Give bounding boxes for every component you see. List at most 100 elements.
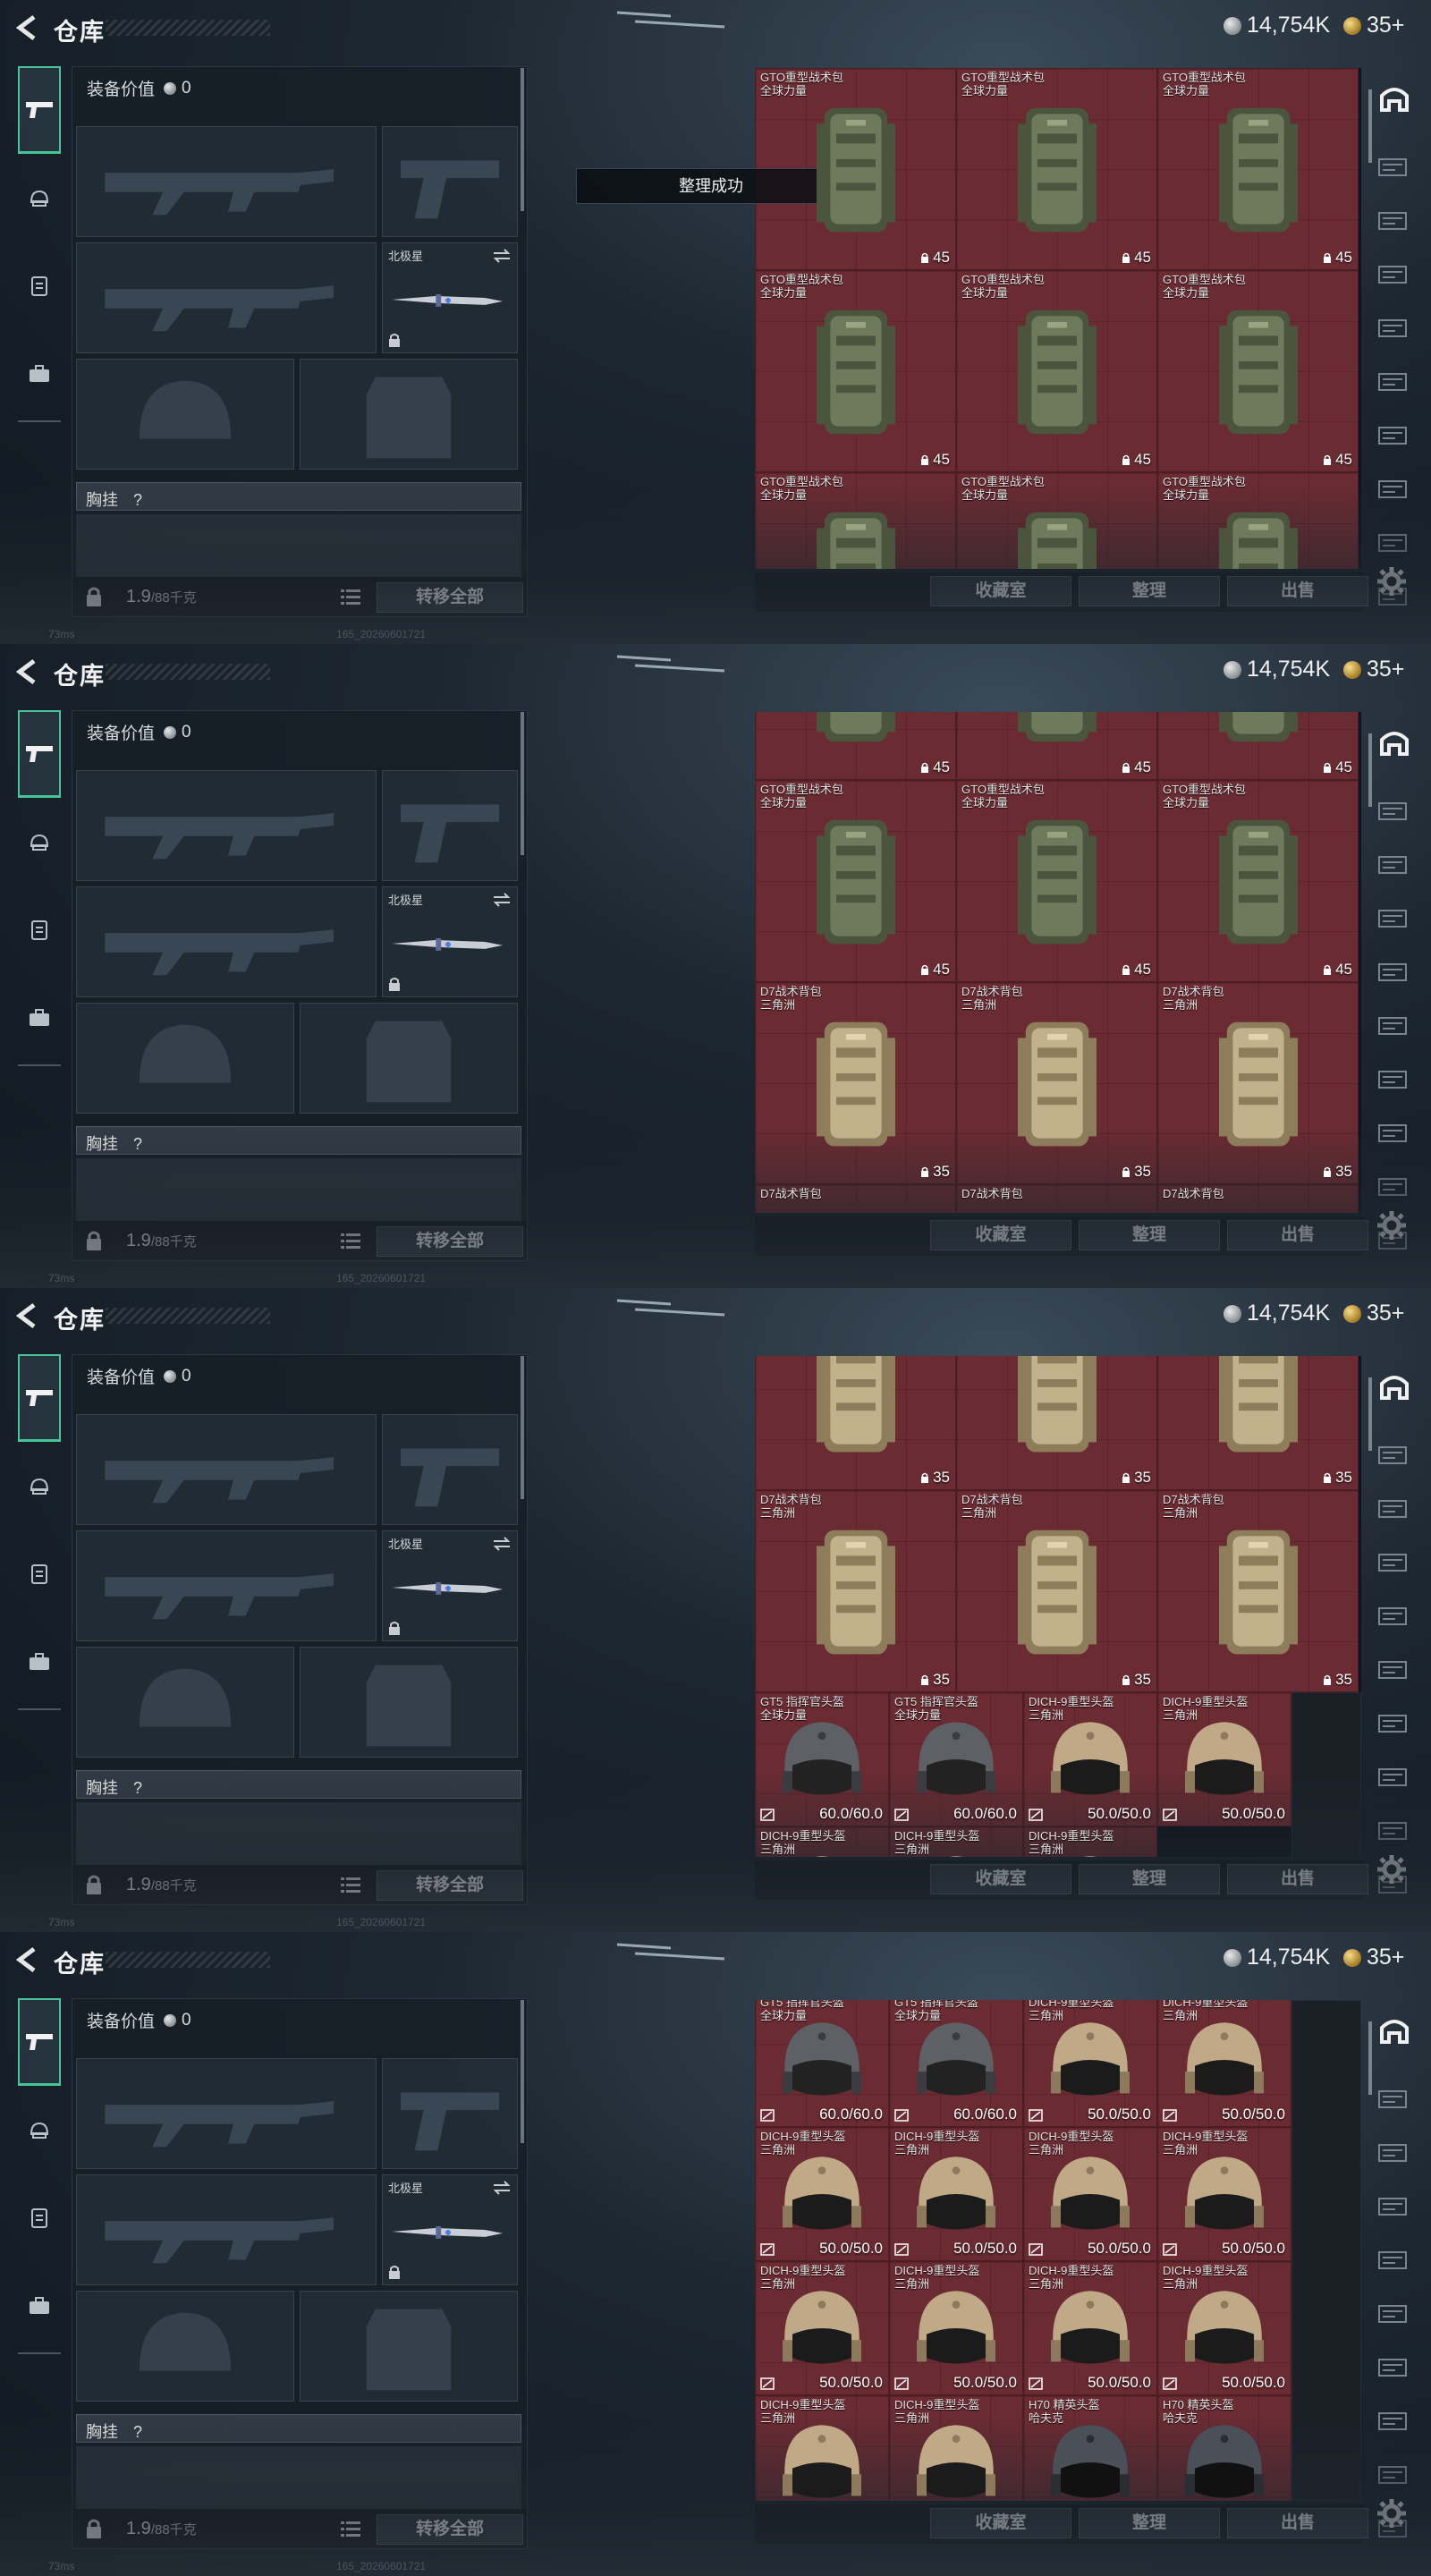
collection-button[interactable]: 收藏室	[930, 2508, 1071, 2538]
secondary-weapon-slot[interactable]	[76, 1530, 377, 1641]
pistol-slot[interactable]	[382, 1414, 518, 1525]
list-icon[interactable]	[341, 2520, 360, 2538]
melee-slot[interactable]: 北极星	[382, 1530, 518, 1641]
backpack-item[interactable]: D7战术背包 三角洲 35	[755, 1490, 956, 1692]
backpack-item[interactable]: GTO重型战术包 全球力量	[1157, 472, 1359, 569]
back-arrow-icon[interactable]	[13, 1301, 43, 1331]
backpack-item[interactable]: 45	[1157, 712, 1359, 780]
sort-button[interactable]: 整理	[1079, 2508, 1220, 2538]
helmet-item[interactable]: DICH-9重型头盔 三角洲	[889, 1826, 1023, 1857]
stash-page-icon[interactable]	[1377, 1120, 1410, 1147]
secondary-weapon-slot[interactable]	[76, 886, 377, 997]
chest-rig-slot[interactable]	[76, 1802, 521, 1867]
tab-armor[interactable]	[18, 265, 61, 308]
chest-rig-slot[interactable]	[76, 2446, 521, 2511]
backpack-item[interactable]: GTO重型战术包 全球力量 45	[1157, 68, 1359, 270]
collection-button[interactable]: 收藏室	[930, 576, 1071, 606]
backpack-item[interactable]: GTO重型战术包 全球力量 45	[956, 270, 1157, 472]
chest-rig-slot[interactable]	[76, 514, 521, 579]
backpack-item[interactable]: 35	[956, 1356, 1157, 1490]
helmet-item[interactable]: DICH-9重型头盔 三角洲 50.0/50.0	[1023, 2000, 1157, 2127]
back-arrow-icon[interactable]	[13, 13, 43, 43]
silver-balance[interactable]: 14,754K	[1224, 1945, 1330, 1970]
secondary-weapon-slot[interactable]	[76, 2174, 377, 2285]
back-arrow-icon[interactable]	[13, 1945, 43, 1975]
tab-bags[interactable]	[18, 352, 61, 395]
primary-weapon-slot[interactable]	[76, 770, 377, 881]
helmet-slot[interactable]	[76, 359, 294, 470]
rail-scrollbar[interactable]	[1368, 89, 1372, 163]
helmet-item[interactable]: DICH-9重型头盔 三角洲 50.0/50.0	[1023, 2261, 1157, 2395]
stash-page-icon[interactable]	[1377, 315, 1410, 342]
silver-balance[interactable]: 14,754K	[1224, 13, 1330, 38]
primary-weapon-slot[interactable]	[76, 126, 377, 237]
helmet-item[interactable]: DICH-9重型头盔 三角洲 50.0/50.0	[889, 2261, 1023, 2395]
tab-helmets[interactable]	[18, 177, 61, 220]
rail-scrollbar[interactable]	[1368, 2021, 1372, 2095]
list-icon[interactable]	[341, 1232, 360, 1250]
tab-armor[interactable]	[18, 2197, 61, 2240]
backpack-item[interactable]: D7战术背包 三角洲 35	[1157, 1490, 1359, 1692]
stash-page-icon[interactable]	[1377, 1066, 1410, 1093]
stash-page-icon[interactable]	[1377, 905, 1410, 932]
rail-scrollbar[interactable]	[1368, 733, 1372, 807]
helmet-item[interactable]: H70 精英头盔 哈夫克	[1157, 2395, 1291, 2501]
stash-page-icon[interactable]	[1377, 1174, 1410, 1200]
gold-balance[interactable]: 35+	[1343, 1945, 1404, 1970]
primary-weapon-slot[interactable]	[76, 2058, 377, 2169]
sell-button[interactable]: 出售	[1227, 576, 1368, 606]
stash-page-icon[interactable]	[1377, 2193, 1410, 2220]
backpack-item[interactable]: GTO重型战术包 全球力量 45	[956, 68, 1157, 270]
stash-page-icon[interactable]	[1377, 2140, 1410, 2166]
armor-slot[interactable]	[300, 2291, 518, 2402]
stash-page-icon[interactable]	[1377, 422, 1410, 449]
chest-rig-header[interactable]: 胸挂 ?	[76, 482, 521, 511]
backpack-item[interactable]: 45	[755, 712, 956, 780]
tab-bags[interactable]	[18, 1640, 61, 1683]
sell-button[interactable]: 出售	[1227, 1220, 1368, 1250]
backpack-item[interactable]: GTO重型战术包 全球力量 45	[755, 270, 956, 472]
gear-icon[interactable]	[1376, 565, 1408, 597]
stash-page-icon[interactable]	[1377, 208, 1410, 234]
helmet-item[interactable]: DICH-9重型头盔 三角洲	[889, 2395, 1023, 2501]
stash-page-icon[interactable]	[1377, 1818, 1410, 1844]
tab-armor[interactable]	[18, 1553, 61, 1596]
melee-slot[interactable]: 北极星	[382, 242, 518, 353]
backpack-item[interactable]: GTO重型战术包 全球力量	[755, 472, 956, 569]
pistol-slot[interactable]	[382, 770, 518, 881]
helmet-item[interactable]: GT5 指挥官头盔 全球力量 60.0/60.0	[889, 2000, 1023, 2127]
helmet-item[interactable]: DICH-9重型头盔 三角洲 50.0/50.0	[889, 2127, 1023, 2261]
stash-page-icon[interactable]	[1377, 1710, 1410, 1737]
melee-slot[interactable]: 北极星	[382, 886, 518, 997]
transfer-all-button[interactable]: 转移全部	[377, 2514, 523, 2545]
stash-page-icon[interactable]	[1377, 476, 1410, 503]
melee-slot[interactable]: 北极星	[382, 2174, 518, 2285]
stash-page-icon[interactable]	[1377, 1657, 1410, 1683]
chest-rig-header[interactable]: 胸挂 ?	[76, 1126, 521, 1155]
lock-icon[interactable]	[85, 586, 103, 607]
rail-scrollbar[interactable]	[1368, 1377, 1372, 1451]
collection-button[interactable]: 收藏室	[930, 1220, 1071, 1250]
tab-helmets[interactable]	[18, 821, 61, 864]
sort-button[interactable]: 整理	[1079, 1220, 1220, 1250]
stash-home-icon[interactable]	[1374, 2009, 1415, 2050]
stash-page-icon[interactable]	[1377, 530, 1410, 556]
stash-page-icon[interactable]	[1377, 2462, 1410, 2488]
stash-page-icon[interactable]	[1377, 369, 1410, 395]
equipment-scrollbar[interactable]	[521, 1356, 524, 1499]
sell-button[interactable]: 出售	[1227, 2508, 1368, 2538]
helmet-item[interactable]: DICH-9重型头盔 三角洲	[1023, 1826, 1157, 1857]
tab-weapons[interactable]	[18, 66, 61, 154]
equipment-scrollbar[interactable]	[521, 712, 524, 855]
helmet-item[interactable]: DICH-9重型头盔 三角洲	[755, 2395, 889, 2501]
stash-page-icon[interactable]	[1377, 2086, 1410, 2113]
backpack-item[interactable]: 35	[1157, 1356, 1359, 1490]
gear-icon[interactable]	[1376, 1853, 1408, 1885]
tab-weapons[interactable]	[18, 1998, 61, 2086]
pistol-slot[interactable]	[382, 2058, 518, 2169]
gold-balance[interactable]: 35+	[1343, 13, 1404, 38]
primary-weapon-slot[interactable]	[76, 1414, 377, 1525]
sell-button[interactable]: 出售	[1227, 1864, 1368, 1894]
armor-slot[interactable]	[300, 359, 518, 470]
stash-home-icon[interactable]	[1374, 77, 1415, 118]
